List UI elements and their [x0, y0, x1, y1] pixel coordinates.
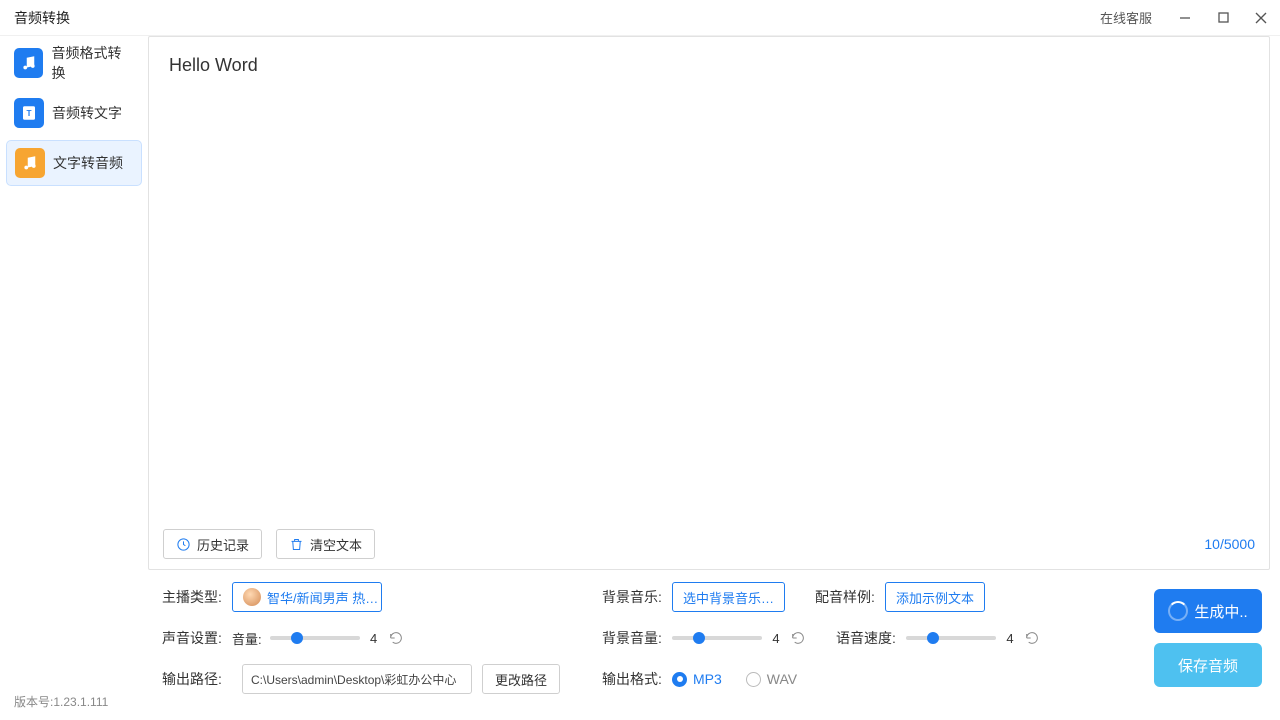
bgm-volume-label: 背景音量: — [602, 628, 672, 648]
format-wav-radio[interactable]: WAV — [746, 671, 797, 687]
radio-dot-icon — [746, 672, 761, 687]
maximize-icon — [1218, 12, 1229, 23]
speed-reset-button[interactable] — [1024, 630, 1040, 646]
bgm-label: 背景音乐: — [602, 587, 672, 607]
add-sample-button[interactable]: 添加示例文本 — [885, 582, 985, 612]
bgm-volume-value: 4 — [770, 631, 782, 646]
sidebar-item-label: 文字转音频 — [53, 153, 123, 173]
minimize-button[interactable] — [1166, 0, 1204, 36]
sound-settings-label: 声音设置: — [162, 628, 232, 648]
char-counter: 10/5000 — [1204, 536, 1255, 552]
output-path-label: 输出路径: — [162, 669, 232, 689]
sidebar-item-label: 音频转文字 — [52, 103, 122, 123]
speed-value: 4 — [1004, 631, 1016, 646]
history-button[interactable]: 历史记录 — [163, 529, 262, 559]
close-button[interactable] — [1242, 0, 1280, 36]
svg-text:T: T — [26, 109, 31, 118]
audio-to-text-icon: T — [14, 98, 44, 128]
editor-panel: Hello Word 历史记录 清空文本 10/5000 — [148, 36, 1270, 570]
clock-icon — [176, 537, 191, 552]
change-path-button[interactable]: 更改路径 — [482, 664, 560, 694]
refresh-icon — [1024, 630, 1040, 646]
format-mp3-radio[interactable]: MP3 — [672, 671, 722, 687]
version-label: 版本号:1.23.1.111 — [14, 693, 108, 710]
generate-button[interactable]: 生成中.. — [1154, 589, 1262, 633]
sidebar-item-audio-to-text[interactable]: T 音频转文字 — [6, 90, 142, 136]
sidebar: 音频格式转换 T 音频转文字 文字转音频 — [0, 36, 148, 720]
output-format-label: 输出格式: — [602, 669, 672, 689]
anchor-type-select[interactable]: 智华/新闻男声 热… — [232, 582, 382, 612]
audio-convert-icon — [14, 48, 43, 78]
speed-slider[interactable] — [906, 636, 996, 640]
sidebar-item-text-to-audio[interactable]: 文字转音频 — [6, 140, 142, 186]
bgm-select[interactable]: 选中背景音乐… — [672, 582, 785, 612]
refresh-icon — [790, 630, 806, 646]
save-audio-button[interactable]: 保存音频 — [1154, 643, 1262, 687]
volume-reset-button[interactable] — [388, 630, 404, 646]
volume-slider[interactable] — [270, 636, 360, 640]
volume-label: 音量: — [232, 629, 262, 648]
speed-label: 语音速度: — [836, 628, 906, 648]
sample-label: 配音样例: — [815, 587, 885, 607]
radio-dot-icon — [672, 672, 687, 687]
bgm-volume-slider[interactable] — [672, 636, 762, 640]
trash-icon — [289, 537, 304, 552]
volume-value: 4 — [368, 631, 380, 646]
refresh-icon — [388, 630, 404, 646]
anchor-type-label: 主播类型: — [162, 587, 232, 607]
sidebar-item-label: 音频格式转换 — [51, 43, 134, 83]
titlebar: 音频转换 在线客服 — [0, 0, 1280, 36]
bgm-volume-reset-button[interactable] — [790, 630, 806, 646]
close-icon — [1255, 12, 1267, 24]
output-path-field[interactable]: C:\Users\admin\Desktop\彩虹办公中心 — [242, 664, 472, 694]
online-support-link[interactable]: 在线客服 — [1100, 8, 1152, 27]
clear-text-button[interactable]: 清空文本 — [276, 529, 375, 559]
sidebar-item-audio-convert[interactable]: 音频格式转换 — [6, 40, 142, 86]
minimize-icon — [1179, 12, 1191, 24]
text-to-audio-icon — [15, 148, 45, 178]
avatar-icon — [243, 588, 261, 606]
text-input[interactable]: Hello Word — [149, 37, 1269, 519]
app-title: 音频转换 — [14, 8, 70, 28]
maximize-button[interactable] — [1204, 0, 1242, 36]
